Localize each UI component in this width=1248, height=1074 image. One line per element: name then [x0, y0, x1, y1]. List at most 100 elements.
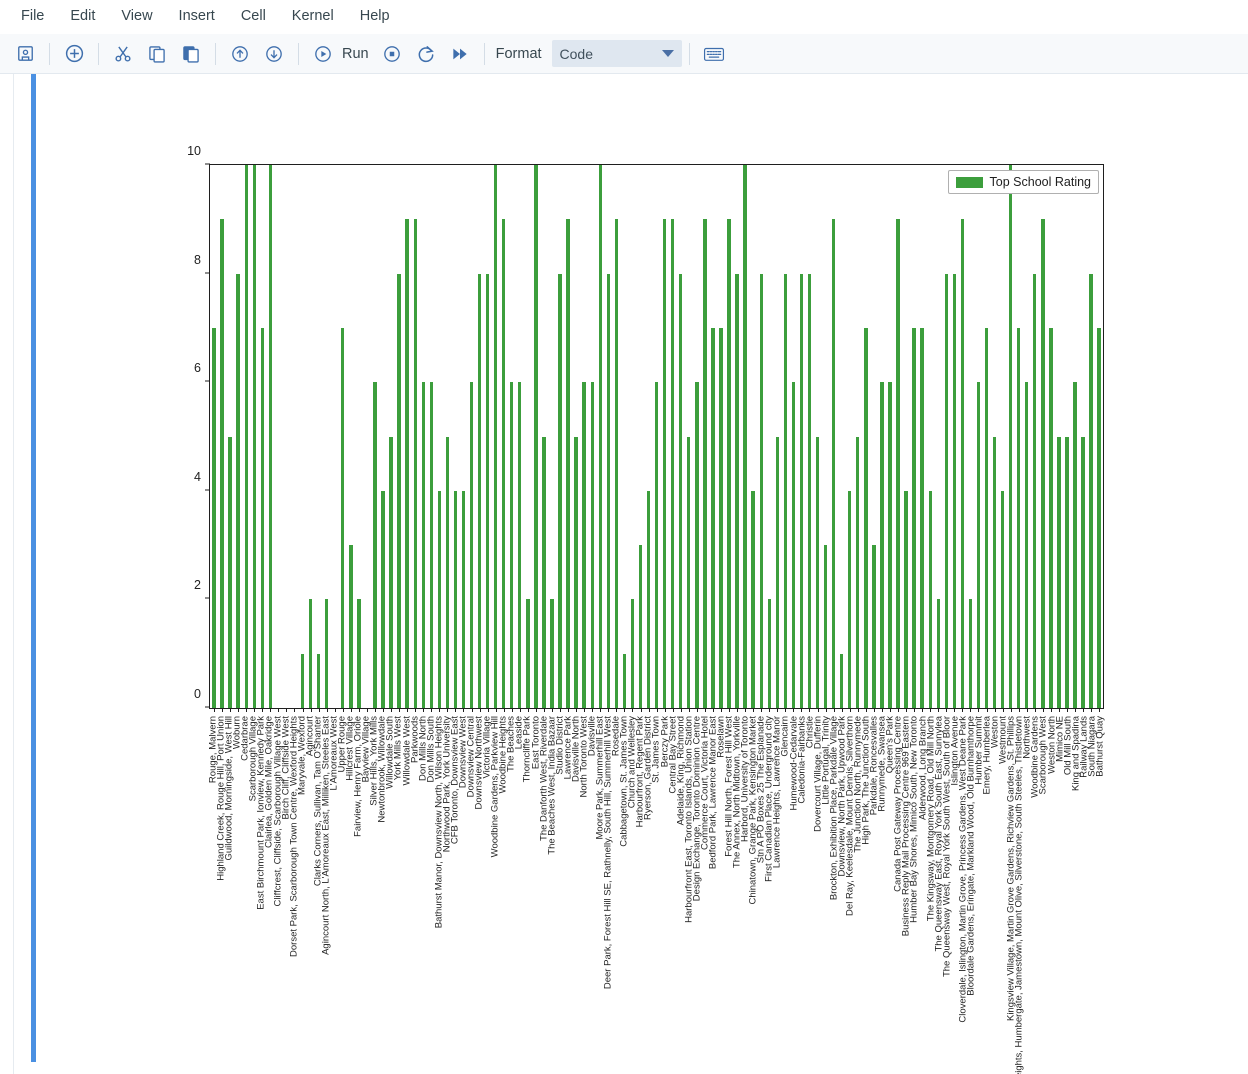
- menu-view[interactable]: View: [108, 5, 165, 28]
- cut-button[interactable]: [108, 39, 138, 69]
- add-cell-button[interactable]: [59, 39, 89, 69]
- stop-button[interactable]: [377, 39, 407, 69]
- bar-slot: [789, 165, 797, 712]
- bar-slot: [307, 165, 315, 712]
- y-axis-tick-label: 4: [194, 469, 201, 484]
- bar: [324, 599, 329, 708]
- bar: [493, 165, 498, 708]
- command-palette-button[interactable]: [699, 39, 729, 69]
- menu-help[interactable]: Help: [347, 5, 403, 28]
- bar: [1073, 382, 1077, 708]
- bar: [526, 599, 530, 708]
- bar-slot: [508, 165, 516, 712]
- x-axis-tick-label: Bathurst Quay: [1094, 716, 1106, 777]
- bar: [1033, 273, 1037, 708]
- bar-slot: [459, 165, 467, 712]
- toolbar-divider-5: [483, 42, 485, 65]
- bar-slot: [805, 165, 813, 712]
- run-button[interactable]: [308, 39, 338, 69]
- bar-slot: [725, 165, 733, 712]
- bar: [727, 219, 731, 708]
- bar-slot: [258, 165, 266, 712]
- bar-slot: [733, 165, 741, 712]
- menu-bar: File Edit View Insert Cell Kernel Help: [0, 0, 1248, 34]
- legend-swatch-top-school-rating: [955, 176, 983, 188]
- bar: [614, 219, 619, 708]
- restart-kernel-button[interactable]: [411, 39, 441, 69]
- toolbar-divider-4: [298, 42, 299, 65]
- x-label-slot: Emery, Humberlea: [981, 710, 992, 1040]
- bar-slot: [484, 165, 492, 712]
- bar-slot: [942, 165, 950, 712]
- restart-and-run-all-button[interactable]: [445, 39, 475, 69]
- bar-slot: [1071, 165, 1079, 712]
- bar-slot: [371, 165, 379, 712]
- x-label-slot: The Beaches: [506, 710, 517, 1040]
- chart-legend: Top School Rating: [947, 170, 1099, 194]
- bar-slot: [1039, 165, 1047, 712]
- bar: [268, 165, 273, 708]
- bar: [928, 490, 932, 708]
- bar: [679, 273, 683, 708]
- bar-slot: [1055, 165, 1063, 712]
- menu-file[interactable]: File: [8, 5, 57, 28]
- menu-insert[interactable]: Insert: [166, 5, 228, 28]
- run-label[interactable]: Run: [340, 46, 375, 62]
- menu-edit[interactable]: Edit: [57, 5, 108, 28]
- bar-slot: [524, 165, 532, 712]
- bar-slot: [379, 165, 387, 712]
- bar-slot: [443, 165, 451, 712]
- format-label: Format: [495, 45, 542, 62]
- bar: [864, 327, 868, 708]
- bar-slot: [1007, 165, 1015, 712]
- bar-slot: [210, 165, 218, 712]
- bar: [1017, 327, 1021, 708]
- paste-button[interactable]: [176, 39, 206, 69]
- x-axis-tick-labels: Rouge, Malvern Highland Creek, Rouge Hill…: [207, 710, 1106, 1074]
- bar: [244, 165, 248, 708]
- bar-slot: [419, 165, 427, 712]
- selected-cell-indicator[interactable]: [31, 74, 36, 1062]
- bar-slot: [757, 165, 765, 712]
- bar-slot: [926, 165, 934, 712]
- bar: [485, 273, 490, 708]
- copy-button[interactable]: [142, 39, 172, 69]
- bar-slot: [950, 165, 958, 712]
- bar: [799, 273, 804, 708]
- move-cell-up-button[interactable]: [225, 39, 255, 69]
- bar-slot: [910, 165, 918, 712]
- bar-slot: [878, 165, 886, 712]
- move-cell-down-button[interactable]: [259, 39, 289, 69]
- cell-type-select[interactable]: Code: [551, 40, 682, 67]
- bar-slot: [315, 165, 323, 712]
- menu-kernel[interactable]: Kernel: [279, 5, 347, 28]
- plot-axes: Top School Rating 0 2 4 6 8 10: [187, 144, 1104, 712]
- bar: [775, 436, 779, 708]
- y-axis-tick-label: 0: [194, 687, 201, 701]
- bar: [687, 436, 691, 708]
- left-gutter: [0, 74, 14, 1074]
- toolbar: Run Format Code: [0, 34, 1248, 74]
- bar: [767, 599, 771, 708]
- bar: [662, 219, 667, 708]
- bar: [880, 382, 884, 708]
- bar-series-top-school-rating: [210, 165, 1103, 712]
- bar-slot: [226, 165, 234, 712]
- x-label-slot: Albion Gardens, Beaumond Heights, Humber…: [1014, 710, 1025, 1074]
- bar: [341, 327, 345, 708]
- menu-cell[interactable]: Cell: [228, 5, 279, 28]
- bar-slot: [781, 165, 789, 712]
- bar-slot: [685, 165, 693, 712]
- bar: [936, 599, 940, 708]
- bar-slot: [620, 165, 628, 712]
- toolbar-divider-3: [215, 42, 216, 65]
- bar: [453, 490, 458, 708]
- bar: [252, 165, 256, 708]
- bar-slot: [403, 165, 411, 712]
- y-axis-tick-label: 8: [194, 252, 201, 267]
- bar-slot: [492, 165, 500, 712]
- save-button[interactable]: [10, 39, 40, 69]
- bar-slot: [435, 165, 443, 712]
- bar: [815, 436, 820, 708]
- y-axis-tick-label: 6: [194, 361, 201, 376]
